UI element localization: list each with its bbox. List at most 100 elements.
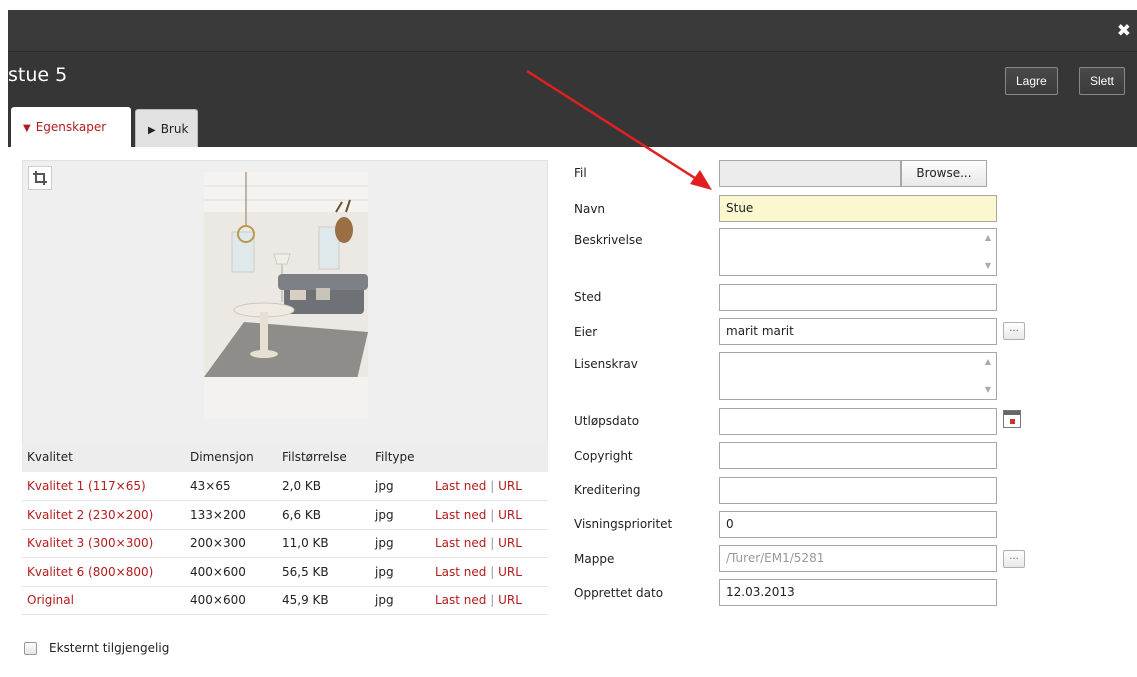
size-cell: 45,9 KB	[277, 586, 370, 615]
url-link[interactable]: URL	[498, 565, 522, 579]
visningsprioritet-label: Visningsprioritet	[574, 517, 673, 531]
mappe-label: Mappe	[574, 552, 615, 566]
tab-bruk[interactable]: ▶ Bruk	[135, 109, 198, 147]
table-row: Original 400×600 45,9 KB jpg Last ned | …	[22, 586, 548, 615]
opprettet-dato-label: Opprettet dato	[574, 586, 664, 600]
table-header-row: Kvalitet Dimensjon Filstørrelse Filtype	[22, 442, 548, 472]
sted-input[interactable]	[719, 284, 997, 311]
eier-input[interactable]: marit marit	[719, 318, 997, 345]
crop-button[interactable]	[28, 166, 52, 190]
quality-link[interactable]: Kvalitet 2 (230×200)	[22, 500, 185, 530]
scroll-down-icon[interactable]: ▼	[985, 261, 991, 271]
separator: |	[490, 593, 495, 608]
page-title: stue 5	[8, 64, 68, 86]
column-header-dimensjon: Dimensjon	[185, 442, 277, 472]
eier-picker-button[interactable]: ...	[1003, 322, 1025, 340]
beskrivelse-label: Beskrivelse	[574, 233, 643, 247]
column-header-filstorrelse: Filstørrelse	[277, 442, 370, 472]
external-available-row: Eksternt tilgjengelig	[24, 641, 169, 655]
table-row: Kvalitet 1 (117×65) 43×65 2,0 KB jpg Las…	[22, 472, 548, 501]
download-link[interactable]: Last ned	[435, 479, 486, 493]
url-link[interactable]: URL	[498, 593, 522, 607]
kreditering-input[interactable]	[719, 477, 997, 504]
column-header-filtype: Filtype	[370, 442, 430, 472]
quality-link[interactable]: Kvalitet 1 (117×65)	[22, 472, 185, 501]
type-cell: jpg	[370, 472, 430, 501]
actions-cell: Last ned | URL	[430, 529, 548, 558]
type-cell: jpg	[370, 500, 430, 530]
type-cell: jpg	[370, 557, 430, 587]
type-cell: jpg	[370, 529, 430, 558]
textarea-scrollbar[interactable]: ▲ ▼	[982, 233, 994, 271]
download-link[interactable]: Last ned	[435, 565, 486, 579]
quality-link[interactable]: Kvalitet 6 (800×800)	[22, 557, 185, 587]
scroll-up-icon[interactable]: ▲	[985, 233, 991, 243]
visningsprioritet-input[interactable]: 0	[719, 511, 997, 538]
mappe-picker-button[interactable]: ...	[1003, 550, 1025, 568]
table-row: Kvalitet 3 (300×300) 200×300 11,0 KB jpg…	[22, 529, 548, 558]
size-cell: 56,5 KB	[277, 557, 370, 587]
opprettet-dato-input[interactable]: 12.03.2013	[719, 579, 997, 606]
triangle-down-icon: ▼	[23, 123, 31, 134]
eier-label: Eier	[574, 325, 598, 339]
lisenskrav-textarea[interactable]: ▲ ▼	[719, 352, 997, 400]
tab-label: Bruk	[160, 122, 189, 136]
actions-cell: Last ned | URL	[430, 586, 548, 615]
dialog-top-bar: ✖	[8, 10, 1137, 52]
delete-button[interactable]: Slett	[1079, 67, 1126, 95]
external-available-checkbox[interactable]	[24, 641, 37, 655]
dimension-cell: 200×300	[185, 529, 277, 558]
dimension-cell: 400×600	[185, 586, 277, 615]
navn-input[interactable]: Stue	[719, 195, 997, 222]
browse-button[interactable]: Browse...	[901, 160, 987, 187]
external-available-label: Eksternt tilgjengelig	[49, 641, 170, 655]
table-row: Kvalitet 2 (230×200) 133×200 6,6 KB jpg …	[22, 500, 548, 530]
separator: |	[490, 507, 495, 522]
lisenskrav-label: Lisenskrav	[574, 357, 638, 371]
living-room-photo	[204, 172, 368, 419]
utlopsdato-label: Utløpsdato	[574, 414, 640, 428]
crop-icon	[33, 171, 47, 185]
triangle-right-icon: ▶	[148, 125, 156, 136]
actions-cell: Last ned | URL	[430, 500, 548, 530]
copyright-label: Copyright	[574, 449, 633, 463]
scroll-up-icon[interactable]: ▲	[985, 357, 991, 367]
file-path-field[interactable]	[719, 160, 901, 187]
actions-cell: Last ned | URL	[430, 557, 548, 587]
url-link[interactable]: URL	[498, 536, 522, 550]
save-button[interactable]: Lagre	[1005, 67, 1058, 95]
download-link[interactable]: Last ned	[435, 593, 486, 607]
mappe-input[interactable]: /Turer/EM1/5281	[719, 545, 997, 572]
tab-label: Egenskaper	[35, 120, 107, 134]
navn-label: Navn	[574, 202, 606, 216]
separator: |	[490, 564, 495, 579]
column-header-kvalitet: Kvalitet	[22, 442, 185, 472]
utlopsdato-input[interactable]	[719, 408, 997, 435]
calendar-icon[interactable]	[1003, 410, 1021, 428]
column-header-actions	[430, 442, 548, 472]
close-icon[interactable]: ✖	[1117, 21, 1131, 41]
download-link[interactable]: Last ned	[435, 508, 486, 522]
url-link[interactable]: URL	[498, 508, 522, 522]
dimension-cell: 133×200	[185, 500, 277, 530]
kreditering-label: Kreditering	[574, 483, 641, 497]
copyright-input[interactable]	[719, 442, 997, 469]
quality-table: Kvalitet Dimensjon Filstørrelse Filtype …	[22, 442, 548, 615]
quality-link[interactable]: Kvalitet 3 (300×300)	[22, 529, 185, 558]
tab-egenskaper[interactable]: ▼ Egenskaper	[11, 107, 131, 147]
dimension-cell: 43×65	[185, 472, 277, 501]
url-link[interactable]: URL	[498, 479, 522, 493]
table-row: Kvalitet 6 (800×800) 400×600 56,5 KB jpg…	[22, 557, 548, 587]
dialog-header: stue 5 Lagre Slett ▼ Egenskaper ▶ Bruk	[8, 52, 1137, 147]
separator: |	[490, 479, 495, 493]
size-cell: 6,6 KB	[277, 500, 370, 530]
type-cell: jpg	[370, 586, 430, 615]
beskrivelse-textarea[interactable]: ▲ ▼	[719, 228, 997, 276]
actions-cell: Last ned | URL	[430, 472, 548, 501]
size-cell: 11,0 KB	[277, 529, 370, 558]
dimension-cell: 400×600	[185, 557, 277, 587]
download-link[interactable]: Last ned	[435, 536, 486, 550]
scroll-down-icon[interactable]: ▼	[985, 385, 991, 395]
quality-link[interactable]: Original	[22, 586, 185, 615]
textarea-scrollbar[interactable]: ▲ ▼	[982, 357, 994, 395]
